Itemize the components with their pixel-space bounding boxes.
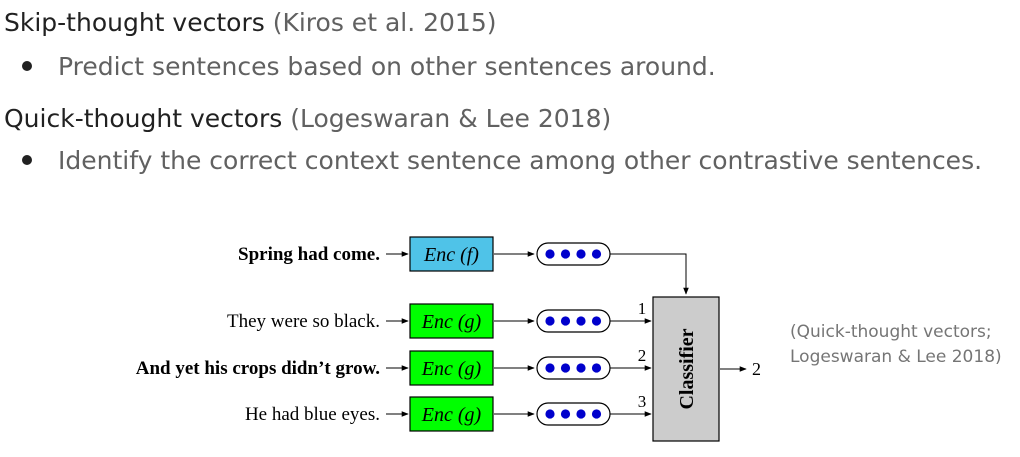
- vector-dot: [576, 249, 586, 259]
- vector-dot: [545, 363, 555, 373]
- candidate-index-label: 2: [638, 346, 647, 365]
- encoder-label: Enc (f): [423, 244, 479, 266]
- sentence-label: He had blue eyes.: [245, 404, 380, 425]
- sentence-label: And yet his crops didn’t grow.: [136, 358, 380, 379]
- side-note: (Quick-thought vectors; Logeswaran & Lee…: [790, 320, 1002, 370]
- vector-dot: [591, 363, 602, 373]
- vector-dot: [576, 409, 586, 419]
- vector-dot: [545, 409, 555, 419]
- encoder-label: Enc (g): [421, 404, 482, 426]
- classifier-label: Classifier: [676, 328, 698, 409]
- encoder-label: Enc (g): [421, 358, 482, 380]
- quick-thought-diagram: Spring had come. Enc (f) They were so blac…: [136, 236, 761, 442]
- vector-dot: [576, 316, 586, 326]
- vector-to-classifier-arrow: [610, 253, 689, 295]
- candidate-index-label: 1: [638, 299, 647, 318]
- vector-dot: [591, 249, 602, 259]
- encoder-label: Enc (g): [421, 311, 482, 333]
- candidate-index-label: 3: [638, 392, 647, 411]
- vector-dot: [545, 316, 555, 326]
- vector-dot: [576, 363, 586, 373]
- vector-dot: [560, 316, 571, 326]
- vector-dot: [591, 316, 602, 326]
- sentence-label: Spring had come.: [238, 244, 380, 265]
- vector-dot: [545, 249, 555, 259]
- sentence-label: They were so black.: [227, 311, 380, 332]
- side-note-line-2: Logeswaran & Lee 2018): [790, 347, 1002, 367]
- classifier-output-label: 2: [752, 359, 761, 379]
- vector-dot: [560, 249, 571, 259]
- side-note-line-1: (Quick-thought vectors;: [790, 322, 992, 342]
- vector-dot: [591, 409, 602, 419]
- vector-dot: [560, 409, 571, 419]
- vector-dot: [560, 363, 571, 373]
